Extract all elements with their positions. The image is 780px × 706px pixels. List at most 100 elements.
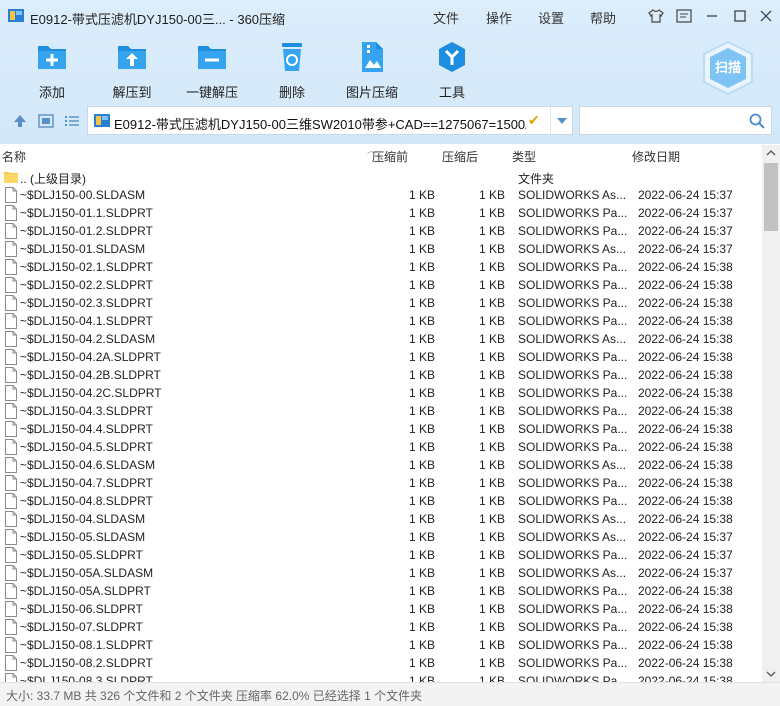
file-icon [5,259,17,275]
table-row[interactable]: ~$DLJ150-04.2C.SLDPRT 1 KB 1 KB SOLIDWORKS … [0,384,762,402]
file-list[interactable]: .. (上级目录) 文件夹 ~$DLJ150-00.SLDASM 1 KB 1 KB… [0,168,762,682]
parent-dir-row[interactable]: .. (上级目录) 文件夹 [0,168,762,186]
column-date[interactable]: 修改日期 [632,148,680,165]
minimize-button[interactable] [701,6,723,26]
file-size: 1 KB [408,548,435,562]
file-compressed-size: 1 KB [478,476,505,490]
scrollbar-thumb[interactable] [764,163,778,231]
extract-to-button[interactable]: 解压到 [92,40,172,100]
table-row[interactable]: ~$DLJ150-04.SLDASM 1 KB 1 KB SOLIDWORKS As.… [0,510,762,528]
file-type: SOLIDWORKS Pa... [518,260,628,274]
menu-help[interactable]: 帮助 [590,8,616,27]
table-row[interactable]: ~$DLJ150-04.2B.SLDPRT 1 KB 1 KB SOLIDWORKS … [0,366,762,384]
file-type: SOLIDWORKS As... [518,188,627,202]
file-compressed-size: 1 KB [478,530,505,544]
list-view-icon[interactable] [64,113,80,129]
file-name: ~$DLJ150-07.SLDPRT [20,620,143,634]
table-row[interactable]: ~$DLJ150-08.3.SLDPRT 1 KB 1 KB SOLIDWORKS P… [0,672,762,682]
column-compressed-size[interactable]: 压缩后 [442,148,478,165]
table-row[interactable]: ~$DLJ150-04.2A.SLDPRT 1 KB 1 KB SOLIDWORKS … [0,348,762,366]
file-name: ~$DLJ150-04.3.SLDPRT [20,404,153,418]
vertical-scrollbar[interactable] [762,145,780,682]
file-size: 1 KB [408,206,435,220]
table-row[interactable]: ~$DLJ150-02.1.SLDPRT 1 KB 1 KB SOLIDWORKS P… [0,258,762,276]
file-type: SOLIDWORKS As... [518,458,627,472]
scroll-up-button[interactable] [762,145,780,161]
window-title: E0912-带式压滤机DYJ150-00三... - 360压缩 [30,12,286,27]
scan-button[interactable]: 扫描 [700,40,756,96]
table-row[interactable]: ~$DLJ150-05A.SLDASM 1 KB 1 KB SOLIDWORKS As… [0,564,762,582]
file-type: SOLIDWORKS Pa... [518,278,628,292]
file-name: ~$DLJ150-04.1.SLDPRT [20,314,153,328]
delete-label: 删除 [278,85,305,100]
table-row[interactable]: ~$DLJ150-02.3.SLDPRT 1 KB 1 KB SOLIDWORKS P… [0,294,762,312]
file-name: ~$DLJ150-08.1.SLDPRT [20,638,153,652]
file-type: SOLIDWORKS Pa... [518,422,628,436]
table-row[interactable]: ~$DLJ150-04.6.SLDASM 1 KB 1 KB SOLIDWORKS A… [0,456,762,474]
skin-button[interactable] [645,6,667,26]
path-field[interactable]: E0912-带式压滤机DYJ150-00三维SW2010带参+CAD==1275… [87,106,573,135]
thumbnail-view-icon[interactable] [38,113,54,129]
table-row[interactable]: ~$DLJ150-01.2.SLDPRT 1 KB 1 KB SOLIDWORKS P… [0,222,762,240]
close-button[interactable] [755,6,777,26]
app-icon [8,9,24,22]
table-row[interactable]: ~$DLJ150-01.1.SLDPRT 1 KB 1 KB SOLIDWORKS P… [0,204,762,222]
add-button[interactable]: 添加 [12,40,92,100]
table-row[interactable]: ~$DLJ150-05.SLDPRT 1 KB 1 KB SOLIDWORKS Pa.… [0,546,762,564]
path-dropdown[interactable] [550,107,572,134]
image-compress-button[interactable]: 图片压缩 [332,40,412,100]
file-date: 2022-06-24 15:38 [638,422,733,436]
column-name[interactable]: 名称 [2,148,26,165]
file-type: SOLIDWORKS Pa... [518,476,628,490]
menu-settings[interactable]: 设置 [538,8,564,27]
table-row[interactable]: ~$DLJ150-06.SLDPRT 1 KB 1 KB SOLIDWORKS Pa.… [0,600,762,618]
up-arrow-icon[interactable] [12,113,28,129]
delete-button[interactable]: 删除 [252,40,332,100]
search-input[interactable] [579,106,772,135]
feedback-button[interactable] [673,6,695,26]
file-size: 1 KB [408,512,435,526]
table-row[interactable]: ~$DLJ150-05A.SLDPRT 1 KB 1 KB SOLIDWORKS Pa… [0,582,762,600]
file-icon [5,511,17,527]
file-icon [5,313,17,329]
table-row[interactable]: ~$DLJ150-04.2.SLDASM 1 KB 1 KB SOLIDWORKS A… [0,330,762,348]
table-row[interactable]: ~$DLJ150-01.SLDASM 1 KB 1 KB SOLIDWORKS As.… [0,240,762,258]
table-row[interactable]: ~$DLJ150-00.SLDASM 1 KB 1 KB SOLIDWORKS As.… [0,186,762,204]
file-type: SOLIDWORKS Pa... [518,404,628,418]
file-icon [5,277,17,293]
file-name: ~$DLJ150-05.SLDPRT [20,548,143,562]
file-compressed-size: 1 KB [478,602,505,616]
one-click-extract-button[interactable]: 一键解压 [172,40,252,100]
search-icon[interactable] [749,113,765,129]
file-type: SOLIDWORKS Pa... [518,368,628,382]
table-row[interactable]: ~$DLJ150-04.5.SLDPRT 1 KB 1 KB SOLIDWORKS P… [0,438,762,456]
file-name: ~$DLJ150-02.2.SLDPRT [20,278,153,292]
table-row[interactable]: ~$DLJ150-02.2.SLDPRT 1 KB 1 KB SOLIDWORKS P… [0,276,762,294]
file-compressed-size: 1 KB [478,548,505,562]
table-row[interactable]: ~$DLJ150-04.1.SLDPRT 1 KB 1 KB SOLIDWORKS P… [0,312,762,330]
file-name: ~$DLJ150-01.SLDASM [20,242,146,256]
maximize-button[interactable] [729,6,751,26]
scroll-down-button[interactable] [762,666,780,682]
add-icon [38,46,66,69]
file-compressed-size: 1 KB [478,422,505,436]
table-row[interactable]: ~$DLJ150-08.1.SLDPRT 1 KB 1 KB SOLIDWORKS P… [0,636,762,654]
menu-operation[interactable]: 操作 [486,8,512,27]
table-row[interactable]: ~$DLJ150-04.8.SLDPRT 1 KB 1 KB SOLIDWORKS P… [0,492,762,510]
menu-file[interactable]: 文件 [433,8,459,27]
file-date: 2022-06-24 15:38 [638,674,733,682]
table-row[interactable]: ~$DLJ150-04.4.SLDPRT 1 KB 1 KB SOLIDWORKS P… [0,420,762,438]
column-type[interactable]: 类型 [512,148,536,165]
tools-button[interactable]: 工具 [412,40,492,100]
file-name: ~$DLJ150-04.4.SLDPRT [20,422,153,436]
table-row[interactable]: ~$DLJ150-04.3.SLDPRT 1 KB 1 KB SOLIDWORKS P… [0,402,762,420]
table-row[interactable]: ~$DLJ150-04.7.SLDPRT 1 KB 1 KB SOLIDWORKS P… [0,474,762,492]
file-date: 2022-06-24 15:38 [638,296,733,310]
table-row[interactable]: ~$DLJ150-05.SLDASM 1 KB 1 KB SOLIDWORKS As.… [0,528,762,546]
file-date: 2022-06-24 15:38 [638,260,733,274]
file-size: 1 KB [408,422,435,436]
table-row[interactable]: ~$DLJ150-08.2.SLDPRT 1 KB 1 KB SOLIDWORKS P… [0,654,762,672]
table-row[interactable]: ~$DLJ150-07.SLDPRT 1 KB 1 KB SOLIDWORKS Pa.… [0,618,762,636]
column-size[interactable]: 压缩前 [372,148,408,165]
chevron-up-icon [766,150,776,156]
